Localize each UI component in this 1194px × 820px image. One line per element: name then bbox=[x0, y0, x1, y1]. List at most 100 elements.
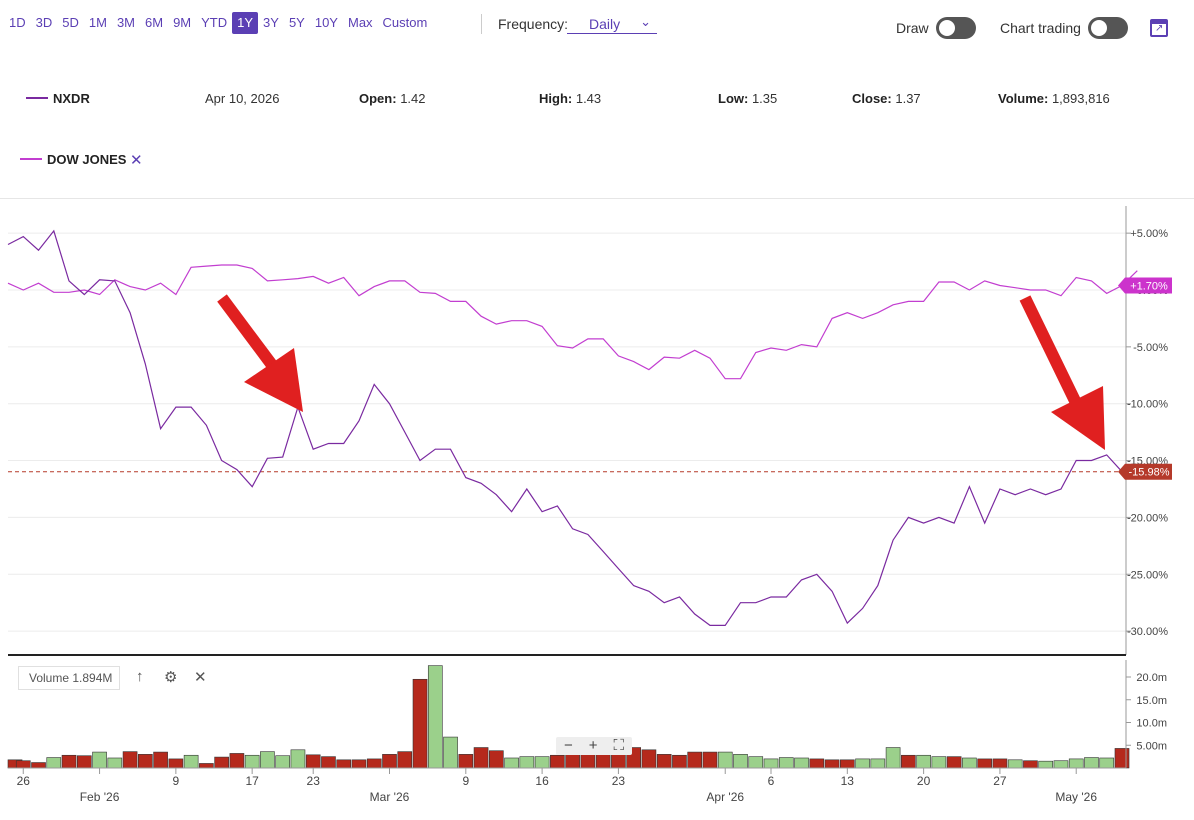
volume-bar bbox=[504, 757, 519, 769]
volume-bar bbox=[473, 747, 489, 769]
x-tick-label: 23 bbox=[612, 774, 626, 788]
volume-bar bbox=[168, 758, 184, 769]
y-tick-label: -5.00% bbox=[1133, 342, 1168, 354]
zoom-reset-icon[interactable]: ⛶ bbox=[613, 737, 624, 755]
volume-bar bbox=[229, 753, 245, 769]
volume-tick-label: 5.00m bbox=[1136, 740, 1167, 752]
volume-bar bbox=[15, 760, 31, 769]
volume-bar bbox=[366, 758, 382, 769]
volume-bar bbox=[305, 754, 321, 769]
volume-bar bbox=[458, 754, 474, 769]
last-value-label: -15.98% bbox=[1129, 467, 1170, 479]
volume-bar bbox=[214, 756, 229, 769]
x-tick-label: Mar '26 bbox=[370, 790, 410, 804]
volume-bar bbox=[199, 763, 214, 769]
volume-bar bbox=[641, 749, 657, 769]
volume-bar bbox=[748, 756, 764, 769]
volume-bar bbox=[656, 754, 672, 769]
volume-bar bbox=[275, 755, 291, 769]
volume-bar bbox=[519, 756, 535, 769]
volume-bar bbox=[1099, 757, 1115, 769]
volume-bar bbox=[1053, 760, 1069, 769]
volume-bar bbox=[1068, 758, 1084, 769]
volume-bar bbox=[31, 762, 46, 769]
y-tick-label: -10.00% bbox=[1127, 399, 1168, 411]
volume-bar bbox=[702, 751, 718, 769]
volume-tick-label: 20.0m bbox=[1136, 672, 1167, 684]
y-tick-label: +5.00% bbox=[1130, 228, 1168, 240]
last-value-label: +1.70% bbox=[1130, 280, 1168, 292]
volume-bar bbox=[351, 759, 367, 769]
arrow-shaft bbox=[217, 294, 277, 369]
close-icon[interactable]: ✕ bbox=[194, 668, 207, 686]
x-tick-label: 16 bbox=[535, 774, 549, 788]
x-tick-label: Feb '26 bbox=[80, 790, 120, 804]
x-tick-label: 17 bbox=[245, 774, 259, 788]
volume-bar bbox=[763, 758, 779, 769]
volume-bar bbox=[733, 754, 748, 769]
volume-bar bbox=[92, 751, 107, 769]
volume-bar bbox=[76, 755, 92, 769]
volume-bar bbox=[901, 754, 916, 769]
volume-bar bbox=[138, 754, 153, 769]
volume-bar bbox=[977, 758, 992, 769]
y-tick-label: -20.00% bbox=[1127, 512, 1168, 524]
volume-bar bbox=[321, 756, 336, 769]
volume-bar bbox=[794, 757, 809, 769]
volume-bar bbox=[809, 758, 825, 769]
right-arrow-annotation bbox=[1019, 295, 1105, 450]
volume-bar bbox=[839, 759, 855, 769]
volume-bar bbox=[397, 751, 413, 769]
volume-bar bbox=[489, 750, 504, 769]
volume-axis-ticks: 20.0m 15.0m 10.0m 5.00m bbox=[1126, 672, 1167, 752]
volume-bar bbox=[550, 754, 565, 769]
gear-icon[interactable]: ⚙ bbox=[164, 668, 177, 686]
x-tick-label: 6 bbox=[768, 774, 775, 788]
volume-bar bbox=[611, 753, 626, 769]
volume-bar bbox=[687, 751, 703, 769]
volume-bar bbox=[946, 756, 962, 769]
volume-bar bbox=[580, 754, 596, 769]
x-tick-label: 26 bbox=[17, 774, 31, 788]
x-tick-label: 13 bbox=[841, 774, 855, 788]
volume-bar bbox=[122, 751, 138, 769]
x-axis-ticks: 26 Feb '26 9 17 23 Mar '26 9 16 23 Apr '26 6 13 20 27… bbox=[17, 768, 1097, 804]
volume-tick-label: 10.0m bbox=[1136, 718, 1167, 730]
volume-bar bbox=[885, 747, 901, 769]
volume-bar bbox=[46, 757, 62, 769]
volume-bar bbox=[931, 756, 947, 769]
y-tick-label: -25.00% bbox=[1127, 569, 1168, 581]
volume-bar bbox=[595, 754, 611, 769]
volume-bar bbox=[672, 754, 687, 769]
volume-bar bbox=[443, 736, 458, 769]
volume-bar bbox=[1114, 748, 1130, 769]
volume-bar bbox=[824, 759, 840, 769]
volume-bar bbox=[290, 749, 306, 769]
x-tick-label: 23 bbox=[307, 774, 321, 788]
x-tick-label: 9 bbox=[173, 774, 180, 788]
volume-bar bbox=[962, 757, 977, 769]
left-arrow-annotation bbox=[217, 294, 303, 412]
volume-bar bbox=[244, 754, 260, 769]
volume-bar bbox=[855, 758, 870, 769]
volume-bar bbox=[1084, 757, 1099, 769]
x-tick-label: Apr '26 bbox=[706, 790, 744, 804]
arrow-up-icon[interactable]: ↑ bbox=[136, 668, 144, 685]
y-tick-label: -30.00% bbox=[1127, 626, 1168, 638]
volume-bar bbox=[1023, 760, 1038, 769]
volume-bar bbox=[107, 757, 123, 769]
volume-bar bbox=[534, 756, 550, 769]
volume-bar bbox=[153, 751, 168, 769]
x-tick-label: 9 bbox=[462, 774, 469, 788]
grid-lines bbox=[8, 232, 1126, 632]
arrow-shaft bbox=[1019, 295, 1083, 408]
volume-bar bbox=[260, 751, 275, 769]
volume-bar bbox=[870, 758, 886, 769]
zoom-out-icon[interactable]: − bbox=[564, 737, 573, 755]
zoom-in-icon[interactable]: + bbox=[589, 737, 598, 755]
volume-bar bbox=[61, 754, 77, 769]
x-tick-label: 27 bbox=[993, 774, 1007, 788]
price-chart[interactable]: +5.00%0.00%-5.00%-10.00%-15.00%-20.00%-2… bbox=[0, 0, 1194, 820]
volume-bar bbox=[1038, 760, 1054, 769]
volume-bar bbox=[778, 757, 794, 769]
